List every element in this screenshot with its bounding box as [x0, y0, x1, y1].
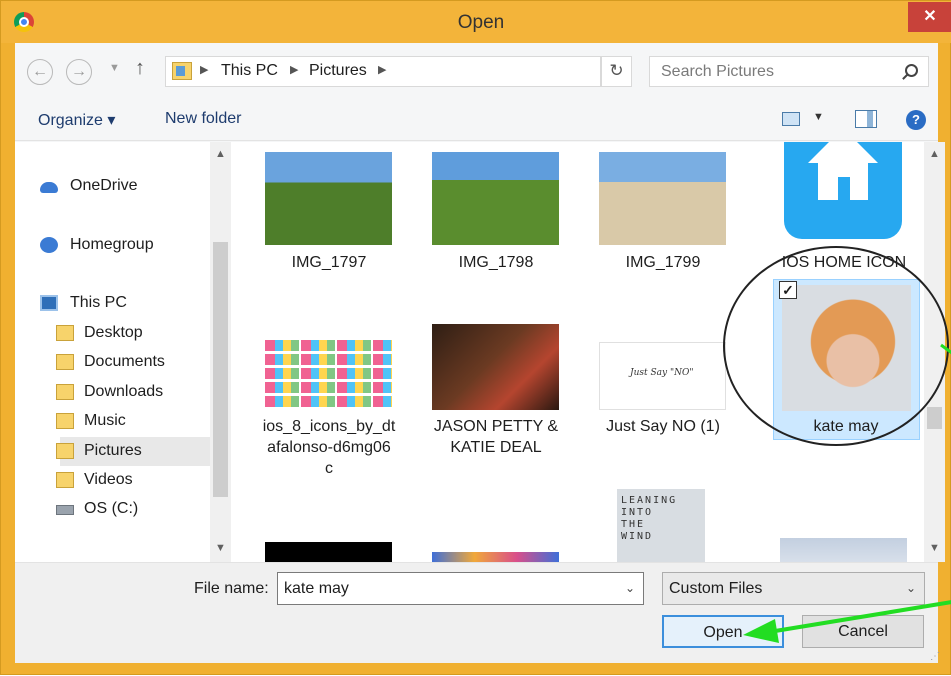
file-thumbnail[interactable]: [432, 324, 559, 410]
open-dialog-window: Open ✕ ← → ▼ ↑ ▶ This PC ▶ Pictures ▶ ⌄ …: [0, 0, 951, 675]
drive-icon: [56, 505, 74, 515]
file-label[interactable]: KATIE DEAL: [421, 437, 571, 458]
breadcrumb-chevron-icon[interactable]: ▶: [290, 63, 298, 76]
organize-menu-button[interactable]: Organize ▾: [38, 110, 115, 130]
thumbnail-text: Just Say "NO": [630, 368, 694, 378]
desktop-folder-icon: [56, 325, 74, 341]
videos-folder-icon: [56, 472, 74, 488]
window-title: Open: [457, 12, 505, 33]
documents-folder-icon: [56, 354, 74, 370]
music-folder-icon: [56, 413, 74, 429]
help-icon[interactable]: ?: [906, 110, 926, 130]
file-type-value: Custom Files: [669, 580, 763, 597]
preview-pane-icon[interactable]: [855, 110, 877, 128]
homegroup-icon: [40, 237, 58, 253]
file-type-dropdown-icon[interactable]: ⌄: [906, 581, 916, 595]
file-list-scrollbar-thumb[interactable]: [927, 407, 942, 429]
nav-item-pictures[interactable]: Pictures: [84, 442, 142, 460]
nav-scrollbar[interactable]: ▲ ▼: [210, 142, 231, 562]
search-input[interactable]: Search Pictures: [649, 56, 929, 87]
this-pc-monitor-icon: [40, 295, 58, 311]
scroll-down-arrow-icon[interactable]: ▼: [929, 542, 940, 554]
pictures-folder-icon: [56, 443, 74, 459]
breadcrumb-this-pc[interactable]: This PC: [221, 62, 278, 80]
file-label[interactable]: IMG_1798: [421, 252, 571, 273]
house-door-shape: [838, 177, 850, 200]
scroll-up-arrow-icon[interactable]: ▲: [929, 148, 940, 160]
file-thumbnail[interactable]: Just Say "NO": [599, 342, 726, 410]
nav-item-documents[interactable]: Documents: [84, 353, 165, 371]
breadcrumb-chevron-icon[interactable]: ▶: [200, 63, 208, 76]
recent-locations-chevron-icon[interactable]: ▼: [109, 62, 120, 74]
close-button[interactable]: ✕: [908, 2, 951, 32]
nav-item-homegroup[interactable]: Homegroup: [70, 236, 154, 254]
file-thumbnail[interactable]: [265, 152, 392, 245]
file-thumbnail[interactable]: [265, 542, 392, 562]
house-roof-shape: [808, 142, 878, 163]
file-label[interactable]: JASON PETTY &: [421, 416, 571, 437]
file-label[interactable]: c: [254, 458, 404, 479]
scroll-down-arrow-icon[interactable]: ▼: [215, 542, 226, 554]
file-label[interactable]: IMG_1797: [254, 252, 404, 273]
view-options-dropdown-icon[interactable]: ▼: [813, 111, 824, 123]
file-thumbnail[interactable]: [780, 538, 907, 562]
icon-grid-overlay: [265, 338, 392, 410]
nav-item-onedrive[interactable]: OneDrive: [70, 177, 138, 195]
search-placeholder: Search Pictures: [661, 63, 774, 80]
nav-item-videos[interactable]: Videos: [84, 471, 133, 489]
nav-item-desktop[interactable]: Desktop: [84, 324, 143, 342]
file-thumbnail[interactable]: LEANING INTO THE WIND: [617, 489, 705, 562]
thumbnail-text: LEANING INTO THE WIND: [621, 495, 678, 542]
up-arrow-icon[interactable]: ↑: [135, 57, 145, 80]
onedrive-cloud-icon: [40, 182, 58, 193]
breadcrumb-pictures[interactable]: Pictures: [309, 62, 367, 80]
nav-item-music[interactable]: Music: [84, 412, 126, 430]
back-button[interactable]: ←: [27, 59, 53, 85]
file-thumbnail[interactable]: [265, 338, 392, 410]
resize-grip-icon[interactable]: ⋰: [930, 651, 940, 662]
file-name-value[interactable]: kate may: [284, 580, 349, 598]
nav-item-downloads[interactable]: Downloads: [84, 383, 163, 401]
pictures-folder-icon: [172, 62, 192, 80]
address-bar[interactable]: ▶ This PC ▶ Pictures ▶ ⌄: [165, 56, 741, 87]
navigation-pane: OneDrive Homegroup This PC Desktop Docum…: [15, 142, 232, 562]
file-name-label: File name:: [194, 580, 269, 597]
file-label[interactable]: Just Say NO (1): [588, 416, 738, 437]
nav-item-os-drive[interactable]: OS (C:): [84, 500, 138, 518]
forward-button[interactable]: →: [66, 59, 92, 85]
file-label[interactable]: afalonso-d6mg06: [254, 437, 404, 458]
open-button[interactable]: Open: [662, 615, 784, 648]
command-toolbar: Organize ▾ New folder ▼ ?: [15, 98, 938, 141]
file-thumbnail[interactable]: [432, 152, 559, 245]
file-type-select[interactable]: Custom Files ⌄: [662, 572, 925, 605]
downloads-folder-icon: [56, 384, 74, 400]
file-label[interactable]: ios_8_icons_by_dt: [254, 416, 404, 437]
file-name-dropdown-icon[interactable]: ⌄: [625, 581, 635, 595]
annotation-circle: [723, 246, 949, 446]
change-view-icon[interactable]: [782, 112, 800, 126]
file-label[interactable]: IMG_1799: [588, 252, 738, 273]
file-thumbnail[interactable]: [599, 152, 726, 245]
cancel-button[interactable]: Cancel: [802, 615, 924, 648]
breadcrumb-chevron-icon[interactable]: ▶: [378, 63, 386, 76]
nav-item-this-pc[interactable]: This PC: [70, 294, 127, 312]
search-icon[interactable]: [905, 64, 918, 77]
new-folder-button[interactable]: New folder: [165, 110, 241, 128]
refresh-button[interactable]: ↻: [601, 56, 632, 87]
file-name-input[interactable]: kate may ⌄: [277, 572, 644, 605]
scroll-up-arrow-icon[interactable]: ▲: [215, 148, 226, 160]
ios-home-icon-thumbnail[interactable]: [784, 142, 902, 239]
dialog-footer: File name: kate may ⌄ Custom Files ⌄ Ope…: [15, 562, 940, 663]
title-bar[interactable]: Open ✕: [1, 1, 951, 43]
nav-scrollbar-thumb[interactable]: [213, 242, 228, 497]
file-thumbnail[interactable]: [432, 552, 559, 562]
